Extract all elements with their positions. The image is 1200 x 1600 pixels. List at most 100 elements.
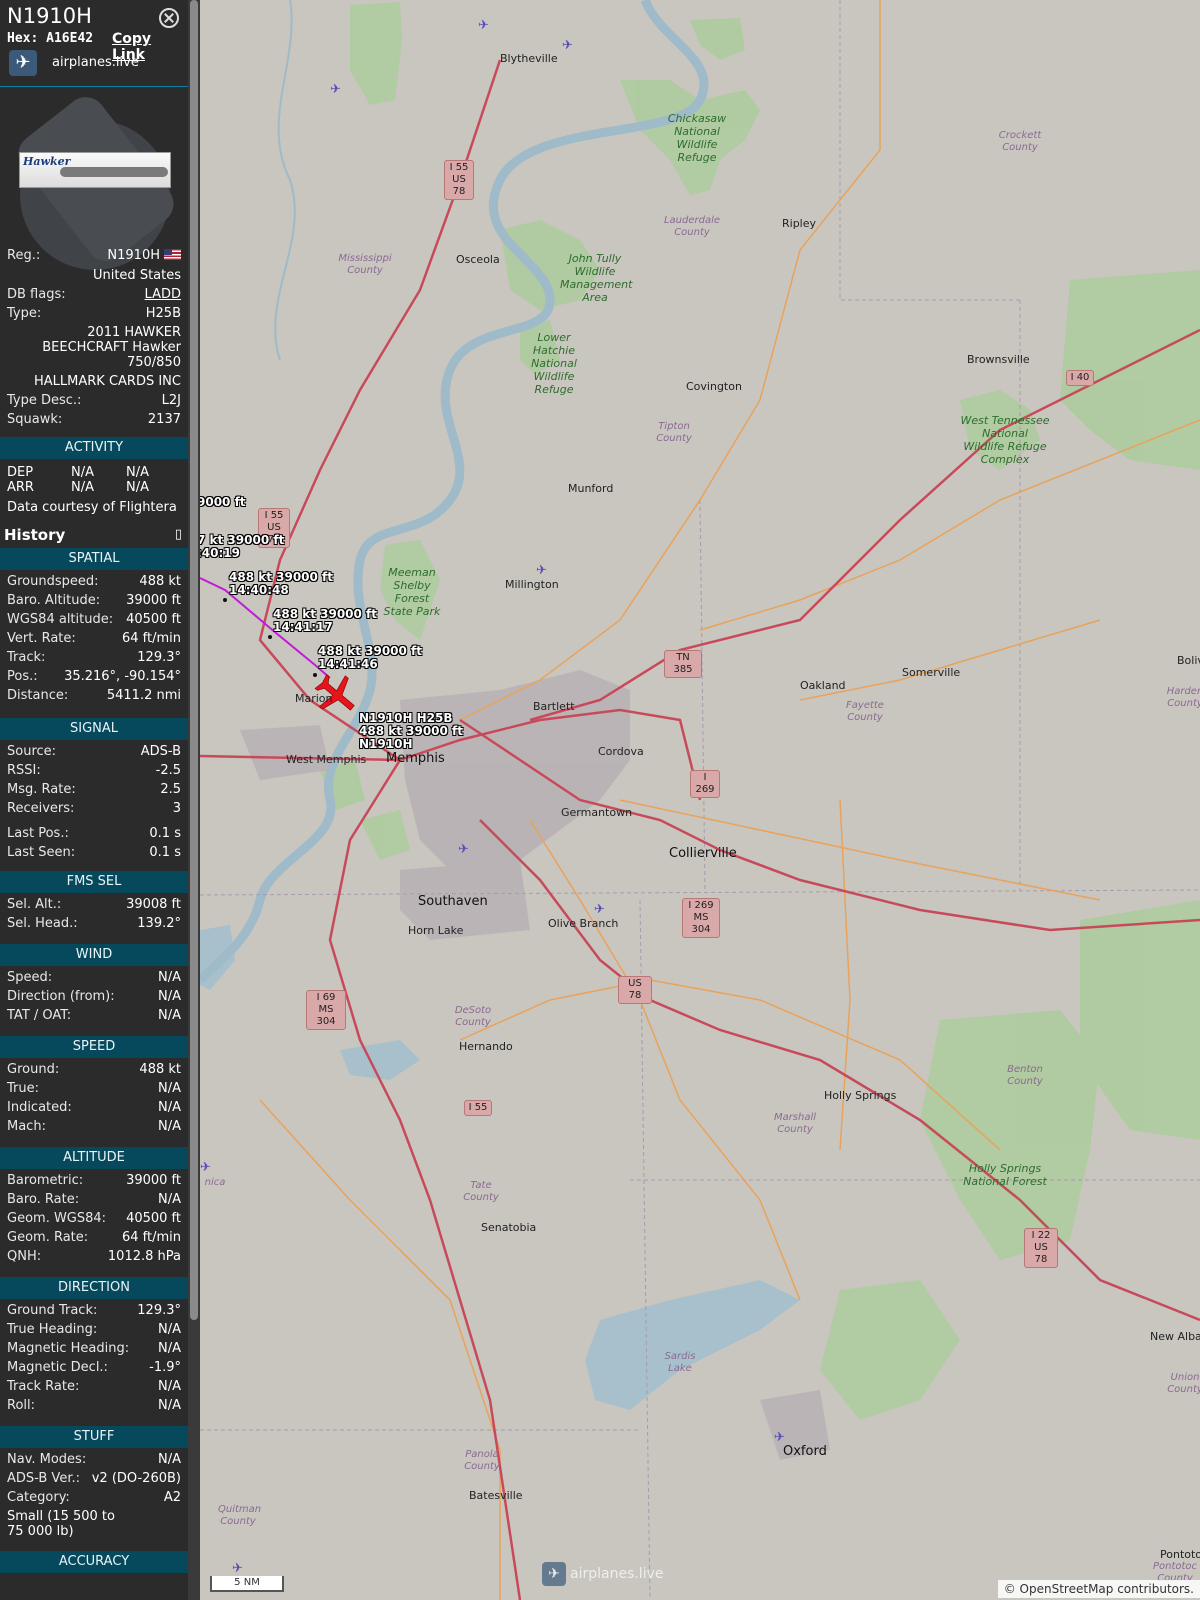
track-label-line: 9000 ft bbox=[200, 495, 246, 509]
dep-time: N/A bbox=[126, 465, 149, 480]
row-value: -2.5 bbox=[155, 763, 181, 778]
type-row: Type: H25B bbox=[7, 306, 181, 324]
section-signal[interactable]: SIGNAL bbox=[0, 718, 188, 740]
section-activity[interactable]: ACTIVITY bbox=[0, 437, 188, 459]
section-accuracy[interactable]: ACCURACY bbox=[0, 1551, 188, 1573]
source-name[interactable]: airplanes.live bbox=[52, 55, 139, 70]
row-value: 0.1 s bbox=[149, 845, 181, 860]
row-value: 39008 ft bbox=[126, 897, 181, 912]
map-base bbox=[200, 0, 1200, 1600]
altitude-row: Baro. Rate: N/A bbox=[7, 1192, 181, 1210]
sidebar-scrollbar-thumb[interactable] bbox=[190, 0, 198, 1320]
section-direction[interactable]: DIRECTION bbox=[0, 1277, 188, 1299]
map-view[interactable]: Blytheville Osceola Ripley Covington Brownsv… bbox=[200, 0, 1200, 1600]
place-label: Batesville bbox=[469, 1489, 523, 1502]
county-label: Harden County bbox=[1166, 686, 1200, 709]
place-label: West Memphis bbox=[286, 753, 367, 766]
row-value: N/A bbox=[158, 1341, 181, 1356]
history-header[interactable]: History ▯ bbox=[0, 524, 188, 548]
airport-icon[interactable]: ✈ bbox=[200, 1160, 211, 1175]
type-full-line: 750/850 bbox=[126, 355, 181, 370]
section-wind[interactable]: WIND bbox=[0, 944, 188, 966]
airport-icon[interactable]: ✈ bbox=[536, 563, 547, 578]
type-full: 2011 HAWKER BEECHCRAFT Hawker 750/850 bbox=[0, 325, 181, 370]
aircraft-label[interactable]: N1910H H25B 488 kt 39000 ft N1910H bbox=[359, 712, 463, 751]
aircraft-thumbnail[interactable]: Hawker bbox=[19, 152, 171, 188]
place-label: Cordova bbox=[598, 745, 644, 758]
park-label: Meeman Shelby Forest State Park bbox=[383, 566, 441, 618]
airport-icon[interactable]: ✈ bbox=[232, 1561, 243, 1576]
row-value: 64 ft/min bbox=[121, 631, 181, 646]
spatial-row: Vert. Rate: 64 ft/min bbox=[7, 631, 181, 649]
type-label: Type: bbox=[7, 306, 42, 321]
dbflags-label: DB flags: bbox=[7, 287, 66, 302]
airport-icon[interactable]: ✈ bbox=[330, 82, 341, 97]
track-point-label[interactable]: 488 kt 39000 ft 14:41:17 bbox=[273, 608, 377, 634]
section-speed[interactable]: SPEED bbox=[0, 1036, 188, 1058]
row-label: WGS84 altitude: bbox=[7, 612, 114, 627]
close-icon[interactable] bbox=[159, 8, 179, 28]
us-flag-icon bbox=[164, 249, 181, 260]
place-label: Olive Branch bbox=[548, 917, 619, 930]
track-point-label[interactable]: 488 kt 39000 ft 14:41:46 bbox=[318, 645, 422, 671]
county-label: Quitman County bbox=[218, 1504, 262, 1527]
airport-icon[interactable]: ✈ bbox=[594, 902, 605, 917]
watermark-text: airplanes.live bbox=[570, 1566, 664, 1582]
typedesc-label: Type Desc.: bbox=[7, 393, 82, 408]
airplanes-live-icon[interactable]: ✈ bbox=[9, 50, 37, 76]
row-label: Magnetic Decl.: bbox=[7, 1360, 108, 1375]
park-label: Lower Hatchie National Wildlife Refuge bbox=[531, 331, 577, 396]
track-point-label[interactable]: 7 kt 39000 ft:40:19 bbox=[200, 534, 284, 560]
airport-icon[interactable]: ✈ bbox=[478, 18, 489, 33]
row-label: Mach: bbox=[7, 1119, 46, 1134]
section-spatial[interactable]: SPATIAL bbox=[0, 548, 188, 570]
scale-bar: 5 NM bbox=[210, 1576, 284, 1592]
section-fms[interactable]: FMS SEL bbox=[0, 871, 188, 893]
altitude-row: Barometric: 39000 ft bbox=[7, 1173, 181, 1191]
altitude-row: Geom. Rate: 64 ft/min bbox=[7, 1230, 181, 1248]
owner: HALLMARK CARDS INC bbox=[34, 374, 181, 389]
row-label: Indicated: bbox=[7, 1100, 72, 1115]
wind-row: Direction (from): N/A bbox=[7, 989, 181, 1007]
place-label: Southaven bbox=[418, 894, 488, 909]
park-label: Holly Springs National Forest bbox=[963, 1162, 1047, 1188]
county-label: Panola County bbox=[464, 1449, 500, 1472]
airport-icon[interactable]: ✈ bbox=[562, 38, 573, 53]
category-desc-line: 75 000 lb) bbox=[7, 1524, 74, 1539]
dbflags-link[interactable]: LADD bbox=[145, 287, 181, 302]
row-value: N/A bbox=[158, 1081, 181, 1096]
row-label: Distance: bbox=[7, 688, 69, 703]
aircraft-photo[interactable]: Hawker bbox=[6, 89, 182, 270]
flightera-link[interactable]: Flightera bbox=[119, 500, 177, 515]
direction-row: Track Rate: N/A bbox=[7, 1379, 181, 1397]
airport-icon[interactable]: ✈ bbox=[458, 842, 469, 857]
speed-row: Mach: N/A bbox=[7, 1119, 181, 1137]
track-point-label[interactable]: 9000 ft bbox=[200, 496, 246, 509]
type-full-line: BEECHCRAFT Hawker bbox=[42, 340, 181, 355]
section-stuff[interactable]: STUFF bbox=[0, 1426, 188, 1448]
app-root: N1910H Hex: A16E42 Copy Link ✈ airplanes… bbox=[0, 0, 1200, 1600]
speed-row: Ground: 488 kt bbox=[7, 1062, 181, 1080]
direction-row: True Heading: N/A bbox=[7, 1322, 181, 1340]
collapse-icon[interactable]: ▯ bbox=[175, 524, 182, 546]
place-label: Germantown bbox=[561, 806, 633, 819]
row-label: Direction (from): bbox=[7, 989, 115, 1004]
row-value: N/A bbox=[158, 1379, 181, 1394]
altitude-row: QNH: 1012.8 hPa bbox=[7, 1249, 181, 1267]
reg-row: Reg.: N1910H bbox=[7, 248, 181, 266]
place-label: Horn Lake bbox=[408, 924, 464, 937]
track-point-label[interactable]: 488 kt 39000 ft 14:40:48 bbox=[229, 571, 333, 597]
signal-row: RSSI: -2.5 bbox=[7, 763, 181, 781]
row-value: N/A bbox=[158, 1008, 181, 1023]
row-value: N/A bbox=[158, 989, 181, 1004]
highway-shield: I 22 US 78 bbox=[1024, 1228, 1058, 1268]
section-altitude[interactable]: ALTITUDE bbox=[0, 1147, 188, 1169]
county-label: DeSoto County bbox=[454, 1005, 492, 1028]
row-label: Msg. Rate: bbox=[7, 782, 76, 797]
typedesc-row: Type Desc.: L2J bbox=[7, 393, 181, 411]
row-value: 488 kt bbox=[139, 1062, 181, 1077]
map-attribution[interactable]: © OpenStreetMap contributors. bbox=[997, 1580, 1200, 1598]
county-label: Fayette County bbox=[846, 700, 884, 723]
airport-icon[interactable]: ✈ bbox=[774, 1430, 785, 1445]
signal-row: Source: ADS-B bbox=[7, 744, 181, 762]
